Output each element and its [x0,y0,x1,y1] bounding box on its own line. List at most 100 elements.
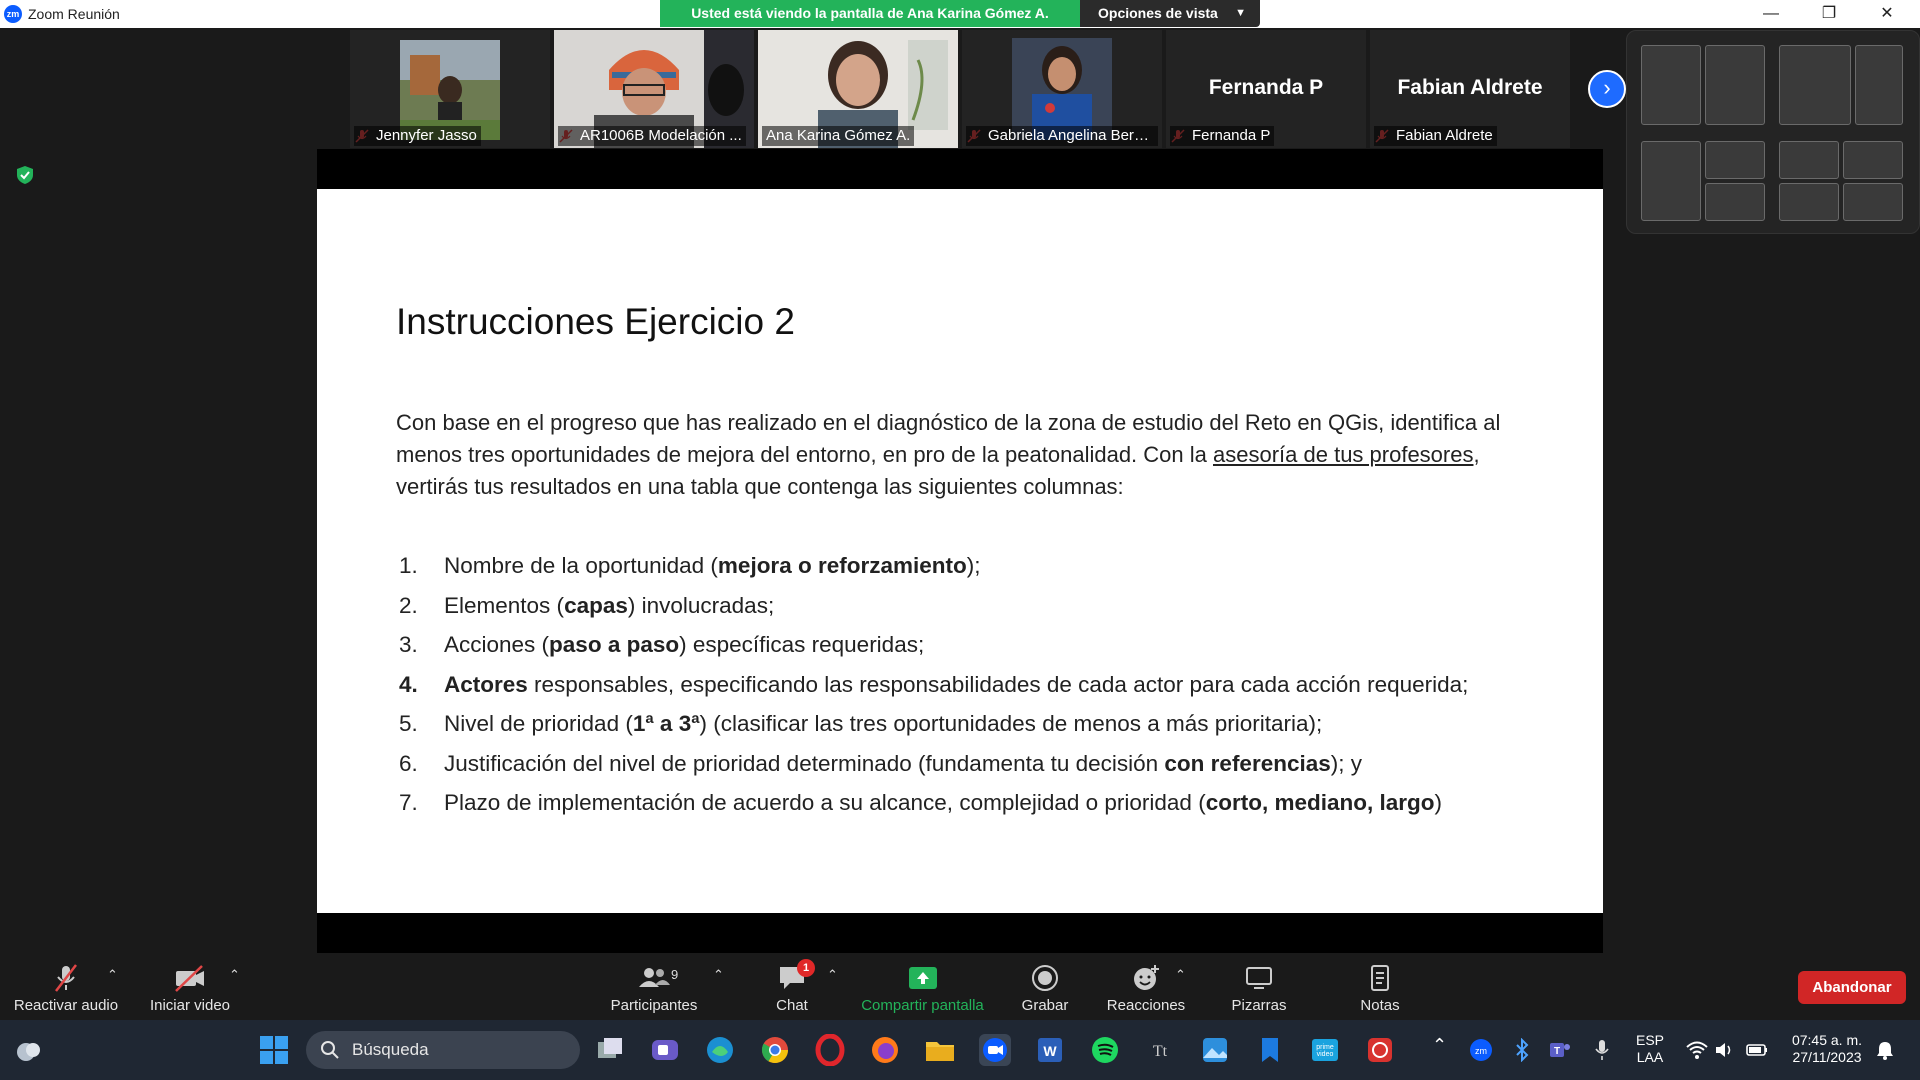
layout-option[interactable] [1641,141,1701,221]
whiteboards-label: Pizarras [1231,997,1287,1014]
layout-option[interactable] [1779,45,1851,125]
firefox-browser-icon[interactable] [869,1034,901,1066]
photos-app-icon[interactable] [1199,1034,1231,1066]
layout-option[interactable] [1843,183,1903,221]
svg-text:Tt: Tt [1153,1043,1168,1060]
list-number: 6. [399,750,418,776]
file-explorer-icon[interactable] [924,1034,956,1066]
participant-name: Ana Karina Gómez A. [762,126,915,146]
typora-app-icon[interactable]: Tt [1144,1034,1176,1066]
next-page-arrow-icon[interactable]: › [1588,70,1626,108]
security-shield-icon[interactable] [17,166,33,184]
zoom-app-icon[interactable] [979,1034,1011,1066]
chat-button[interactable]: Chat [752,963,832,1017]
edge-browser-icon[interactable] [704,1034,736,1066]
layout-option[interactable] [1779,141,1839,179]
red-app-icon[interactable] [1364,1034,1396,1066]
layout-option[interactable] [1641,45,1701,125]
microphone-tray-icon[interactable] [1590,1038,1614,1062]
participant-tile[interactable]: Fernanda P Fernanda P [1166,30,1366,148]
bluetooth-icon[interactable] [1510,1038,1534,1062]
chat-caret-icon[interactable]: ⌃ [827,967,838,983]
zoom-tray-icon[interactable]: zm [1469,1038,1493,1062]
clock-time: 07:45 a. m. [1791,1032,1863,1048]
taskbar-search-input[interactable]: Búsqueda [306,1031,580,1069]
meeting-toolbar: Reactivar audio ⌃ Iniciar video ⌃ Partic… [0,955,1920,1020]
chrome-browser-icon[interactable] [759,1034,791,1066]
list-text: Nivel de prioridad ( [444,711,633,736]
participant-name: Fabian Aldrete [1374,126,1497,146]
tray-overflow-chevron-icon[interactable]: ⌃ [1432,1036,1447,1054]
participant-tile[interactable]: AR1006B Modelación ... [554,30,754,148]
share-screen-button[interactable]: Compartir pantalla [855,963,990,1017]
bookmark-app-icon[interactable] [1254,1034,1286,1066]
spotify-app-icon[interactable] [1089,1034,1121,1066]
list-item: 3. Acciones (paso a paso) específicas req… [396,632,1596,672]
list-item: 4. Actores responsables, especificando la… [396,672,1596,712]
svg-text:zm: zm [1475,1046,1487,1056]
view-options-button[interactable]: Opciones de vista ▼ [1080,0,1260,27]
windows-start-icon[interactable] [258,1034,290,1066]
list-text-end: responsables, especificando las responsa… [527,671,1469,697]
participant-tile-active[interactable]: Ana Karina Gómez A. [758,30,958,148]
list-text-bold: capas [564,592,628,618]
clock-date: 27/11/2023 [1792,1049,1862,1065]
unmute-button[interactable]: Reactivar audio [10,963,122,1017]
list-text: Nombre de la oportunidad ( [444,553,718,578]
minimize-button[interactable]: — [1742,0,1800,28]
participant-tile[interactable]: Fabian Aldrete Fabian Aldrete [1370,30,1570,148]
participant-tile[interactable]: Gabriela Angelina Bern... [962,30,1162,148]
layout-option[interactable] [1779,183,1839,221]
search-icon [321,1041,339,1059]
start-video-button[interactable]: Iniciar video [140,963,240,1017]
video-strip: Jennyfer Jasso AR1006B Modelación ... An… [350,30,1570,148]
reactions-caret-icon[interactable]: ⌃ [1175,967,1186,983]
audio-options-caret-icon[interactable]: ⌃ [107,967,118,983]
layout-option[interactable] [1705,45,1765,125]
list-text-bold: Actores [444,671,528,697]
slide-title: Instrucciones Ejercicio 2 [396,301,795,342]
volume-icon[interactable] [1713,1038,1737,1062]
wifi-icon[interactable] [1685,1038,1709,1062]
list-text: Acciones ( [444,632,550,657]
taskbar-clock[interactable]: 07:45 a. m. 27/11/2023 [1782,1032,1872,1066]
list-text-bold: mejora o reforzamiento [717,553,967,578]
screen-share-banner: Usted está viendo la pantalla de Ana Kar… [660,0,1080,27]
shared-screen-slide: Instrucciones Ejercicio 2 Con base en el… [317,189,1603,913]
leave-meeting-button[interactable]: Abandonar [1798,971,1906,1004]
weather-widget-icon[interactable] [12,1034,44,1066]
share-screen-label: Compartir pantalla [861,997,984,1014]
list-text-end: ) [1434,790,1442,815]
layout-option[interactable] [1855,45,1903,125]
slide-list: 1. Nombre de la oportunidad (mejora o ref… [396,553,1596,830]
whiteboards-button[interactable]: Pizarras [1220,963,1298,1017]
participants-caret-icon[interactable]: ⌃ [713,967,724,983]
slide-intro-underlined: asesoría de tus profesores [1213,442,1474,467]
notifications-bell-icon[interactable] [1874,1039,1896,1061]
participant-tile[interactable]: Jennyfer Jasso [350,30,550,148]
keyboard-layout-code: LAA [1636,1049,1664,1065]
participants-count: 9 [671,967,679,982]
record-icon [1032,965,1058,991]
opera-browser-icon[interactable] [814,1034,846,1066]
layout-option[interactable] [1705,183,1765,221]
svg-text:T: T [1554,1046,1560,1057]
layout-option[interactable] [1705,141,1765,179]
participants-button[interactable]: Participantes [604,963,704,1017]
keyboard-language-indicator[interactable]: ESP LAA [1630,1032,1670,1066]
notes-button[interactable]: Notas [1345,963,1415,1017]
record-button[interactable]: Grabar [1010,963,1080,1017]
prime-video-icon[interactable]: primevideo [1309,1034,1341,1066]
layout-option[interactable] [1843,141,1903,179]
share-screen-icon [908,967,937,989]
battery-icon[interactable] [1745,1038,1769,1062]
list-text-end: ); [966,553,981,578]
reactions-icon [1134,965,1159,990]
restore-button[interactable]: ❐ [1800,0,1858,28]
teams-tray-icon[interactable]: T [1548,1038,1572,1062]
video-options-caret-icon[interactable]: ⌃ [229,967,240,983]
meet-app-icon[interactable] [649,1034,681,1066]
task-view-icon[interactable] [594,1034,626,1066]
close-button[interactable]: ✕ [1858,0,1916,28]
word-app-icon[interactable]: W [1034,1034,1066,1066]
